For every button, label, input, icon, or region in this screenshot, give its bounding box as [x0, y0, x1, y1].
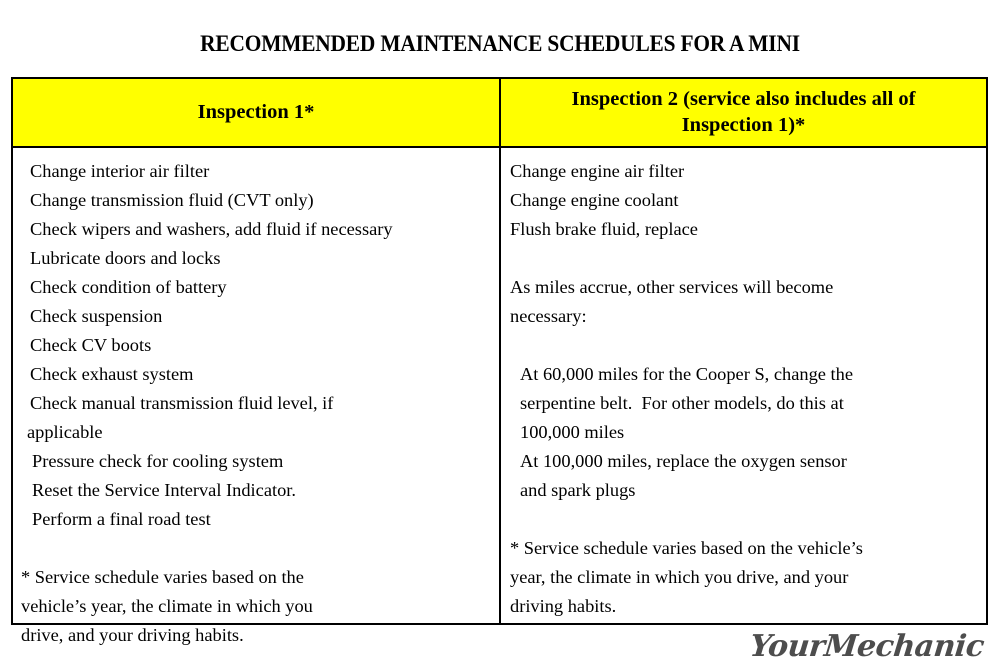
yourmechanic-logo: YourMechanic — [748, 629, 986, 664]
column-header-inspection-1-label: Inspection 1* — [197, 101, 315, 123]
column-header-inspection-2-line-1: Inspection 2 (service also includes all … — [571, 88, 916, 110]
footnote-line: driving habits. — [510, 596, 617, 616]
table-body-row: Change interior air filter Change transm… — [13, 148, 986, 645]
mileage-note-line: At 60,000 miles for the Cooper S, change… — [520, 364, 854, 384]
column-header-inspection-1: Inspection 1* — [13, 79, 499, 146]
maintenance-schedule-table: Inspection 1* Inspection 2 (service also… — [11, 77, 988, 645]
task-item: Change transmission fluid (CVT only) — [30, 190, 314, 210]
task-item: Check suspension — [30, 306, 163, 326]
task-item: Change engine coolant — [510, 190, 679, 210]
page-title: RECOMMENDED MAINTENANCE SCHEDULES FOR A … — [200, 31, 800, 56]
cell-inspection-2-tasks: Change engine air filter Change engine c… — [499, 148, 986, 623]
mileage-note-line: 100,000 miles — [520, 422, 625, 442]
cell-inspection-1-tasks: Change interior air filter Change transm… — [13, 148, 499, 645]
vertical-spacer — [507, 505, 980, 534]
footnote-line: vehicle’s year, the climate in which you — [21, 596, 313, 616]
vertical-spacer — [507, 244, 980, 273]
vertical-spacer — [19, 534, 493, 563]
mileage-note-line: and spark plugs — [520, 480, 636, 500]
task-item-continuation: applicable — [27, 422, 103, 442]
task-item: Flush brake fluid, replace — [510, 219, 698, 239]
vertical-spacer — [507, 331, 980, 360]
task-item: Check CV boots — [30, 335, 152, 355]
task-item: Check exhaust system — [30, 364, 194, 384]
table-header-row: Inspection 1* Inspection 2 (service also… — [13, 79, 986, 148]
footnote-line: drive, and your driving habits. — [21, 625, 244, 645]
footnote-line: year, the climate in which you drive, an… — [510, 567, 849, 587]
intro-line: As miles accrue, other services will bec… — [510, 277, 834, 297]
task-item: Change engine air filter — [510, 161, 685, 181]
task-item: Pressure check for cooling system — [32, 451, 284, 471]
footnote-line: * Service schedule varies based on the — [21, 567, 304, 587]
column-header-inspection-2-line-2: Inspection 1)* — [681, 114, 806, 136]
footnote-line: * Service schedule varies based on the v… — [510, 538, 863, 558]
task-item: Change interior air filter — [30, 161, 210, 181]
task-item: Check manual transmission fluid level, i… — [30, 393, 334, 413]
mileage-note-line: At 100,000 miles, replace the oxygen sen… — [520, 451, 847, 471]
column-header-inspection-2-label: Inspection 2 (service also includes all … — [509, 86, 978, 138]
intro-line: necessary: — [510, 306, 587, 326]
task-item: Perform a final road test — [32, 509, 211, 529]
task-item: Check condition of battery — [30, 277, 227, 297]
task-item: Reset the Service Interval Indicator. — [32, 480, 297, 500]
task-item: Check wipers and washers, add fluid if n… — [30, 219, 393, 239]
mileage-note-line: serpentine belt. For other models, do th… — [520, 393, 844, 413]
column-header-inspection-2: Inspection 2 (service also includes all … — [499, 79, 986, 146]
task-item: Lubricate doors and locks — [30, 248, 221, 268]
